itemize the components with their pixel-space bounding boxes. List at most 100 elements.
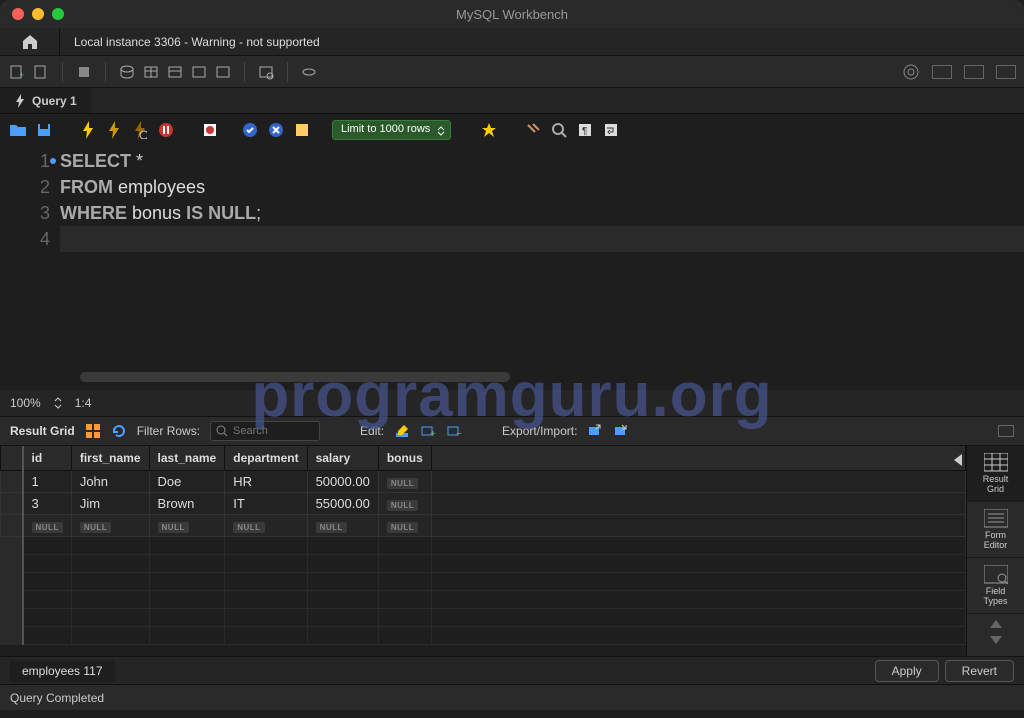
create-table-icon[interactable] <box>142 63 160 81</box>
sql-toolbar: Limit to 1000 rows ¶ <box>0 114 1024 146</box>
limit-rows-select[interactable]: Limit to 1000 rows <box>332 120 451 140</box>
limit-rows-label: Limit to 1000 rows <box>341 123 430 135</box>
word-wrap-icon[interactable] <box>601 120 621 140</box>
grid-view-icon[interactable] <box>85 423 101 439</box>
open-file-icon[interactable] <box>8 120 28 140</box>
import-icon[interactable] <box>613 423 629 439</box>
query-tabbar: Query 1 <box>0 88 1024 114</box>
side-result-grid-label: Result Grid <box>983 475 1009 495</box>
col-header-department[interactable]: department <box>225 446 307 471</box>
minimize-window-button[interactable] <box>32 8 44 20</box>
toggle-limit-icon[interactable] <box>292 120 312 140</box>
main-toolbar: + <box>0 56 1024 88</box>
result-toolbar: Result Grid Filter Rows: Edit: + − Expor… <box>0 416 1024 446</box>
panel-toggle-1[interactable] <box>932 65 952 79</box>
close-window-button[interactable] <box>12 8 24 20</box>
rollback-icon[interactable] <box>266 120 286 140</box>
favorite-icon[interactable] <box>479 120 499 140</box>
sql-editor[interactable]: 1 2 3 4 SELECT * FROM employees WHERE bo… <box>0 146 1024 390</box>
result-container: id first_name last_name department salar… <box>0 446 1024 656</box>
result-side-panel: Result Grid Form Editor Field Types <box>966 446 1024 656</box>
open-sql-file-icon[interactable] <box>32 63 50 81</box>
panel-collapse-icon[interactable] <box>954 454 962 466</box>
explain-icon[interactable] <box>130 120 150 140</box>
new-sql-tab-icon[interactable]: + <box>8 63 26 81</box>
result-tab[interactable]: employees 117 <box>10 660 115 682</box>
wrap-cell-content-icon[interactable] <box>998 425 1014 437</box>
refresh-icon[interactable] <box>111 423 127 439</box>
result-grid-label: Result Grid <box>10 424 75 438</box>
maximize-window-button[interactable] <box>52 8 64 20</box>
col-header-last-name[interactable]: last_name <box>149 446 225 471</box>
side-field-types-label: Field Types <box>983 587 1007 607</box>
delete-row-icon[interactable]: − <box>446 423 462 439</box>
svg-text:+: + <box>430 429 436 439</box>
status-text: Query Completed <box>10 691 104 705</box>
col-header-salary[interactable]: salary <box>307 446 378 471</box>
bolt-icon <box>14 94 26 108</box>
scroll-down-icon[interactable] <box>990 636 1002 644</box>
create-view-icon[interactable] <box>166 63 184 81</box>
col-header-first-name[interactable]: first_name <box>71 446 149 471</box>
bottom-tabbar: employees 117 Apply Revert <box>0 656 1024 684</box>
table-row[interactable]: 3JimBrown IT55000.00 NULL <box>1 493 966 515</box>
search-table-data-icon[interactable] <box>257 63 275 81</box>
panel-toggle-3[interactable] <box>996 65 1016 79</box>
execute-icon[interactable] <box>78 120 98 140</box>
titlebar: MySQL Workbench <box>0 0 1024 28</box>
col-header-fill <box>431 446 965 471</box>
create-schema-icon[interactable] <box>118 63 136 81</box>
table-null-row[interactable]: NULLNULLNULLNULLNULLNULL <box>1 515 966 537</box>
zoom-stepper-icon[interactable] <box>53 396 63 410</box>
home-tab[interactable] <box>0 28 60 55</box>
side-form-editor[interactable]: Form Editor <box>967 502 1024 558</box>
code-area[interactable]: SELECT * FROM employees WHERE bonus IS N… <box>60 146 1024 390</box>
edit-row-icon[interactable] <box>394 423 410 439</box>
query-tab[interactable]: Query 1 <box>0 88 91 113</box>
svg-text:−: − <box>456 429 462 439</box>
home-icon <box>21 34 39 50</box>
connection-tab[interactable]: Local instance 3306 - Warning - not supp… <box>60 28 334 55</box>
chevron-updown-icon <box>436 126 446 136</box>
apply-button[interactable]: Apply <box>875 660 939 682</box>
execute-current-icon[interactable] <box>104 120 124 140</box>
add-row-icon[interactable]: + <box>420 423 436 439</box>
connection-tabbar: Local instance 3306 - Warning - not supp… <box>0 28 1024 56</box>
toggle-autocommit-icon[interactable] <box>200 120 220 140</box>
export-import-label: Export/Import: <box>502 424 577 438</box>
side-field-types[interactable]: Field Types <box>967 558 1024 614</box>
inspector-icon[interactable] <box>75 63 93 81</box>
zoom-bar: 100% 1:4 <box>0 390 1024 416</box>
create-procedure-icon[interactable] <box>190 63 208 81</box>
stop-icon[interactable] <box>156 120 176 140</box>
col-header-id[interactable]: id <box>23 446 72 471</box>
export-icon[interactable] <box>587 423 603 439</box>
find-icon[interactable] <box>549 120 569 140</box>
panel-toggle-2[interactable] <box>964 65 984 79</box>
app-title: MySQL Workbench <box>456 7 568 22</box>
scroll-up-icon[interactable] <box>990 620 1002 628</box>
reconnect-icon[interactable] <box>300 63 318 81</box>
table-row[interactable]: 1JohnDoe HR50000.00 NULL <box>1 471 966 493</box>
settings-icon[interactable] <box>902 63 920 81</box>
result-table[interactable]: id first_name last_name department salar… <box>0 446 966 645</box>
revert-button[interactable]: Revert <box>945 660 1014 682</box>
statusbar: Query Completed <box>0 684 1024 710</box>
cursor-position: 1:4 <box>75 396 92 410</box>
traffic-lights <box>0 8 64 20</box>
create-function-icon[interactable] <box>214 63 232 81</box>
beautify-icon[interactable] <box>523 120 543 140</box>
save-file-icon[interactable] <box>34 120 54 140</box>
line-number-gutter: 1 2 3 4 <box>0 146 60 390</box>
result-grid[interactable]: id first_name last_name department salar… <box>0 446 966 656</box>
col-header-bonus[interactable]: bonus <box>378 446 431 471</box>
row-marker-header <box>1 446 23 471</box>
side-result-grid[interactable]: Result Grid <box>967 446 1024 502</box>
svg-text:¶: ¶ <box>582 126 587 137</box>
commit-icon[interactable] <box>240 120 260 140</box>
zoom-percent: 100% <box>10 396 41 410</box>
edit-label: Edit: <box>360 424 384 438</box>
horizontal-scrollbar[interactable] <box>80 372 510 382</box>
search-icon <box>215 424 229 438</box>
invisible-chars-icon[interactable]: ¶ <box>575 120 595 140</box>
